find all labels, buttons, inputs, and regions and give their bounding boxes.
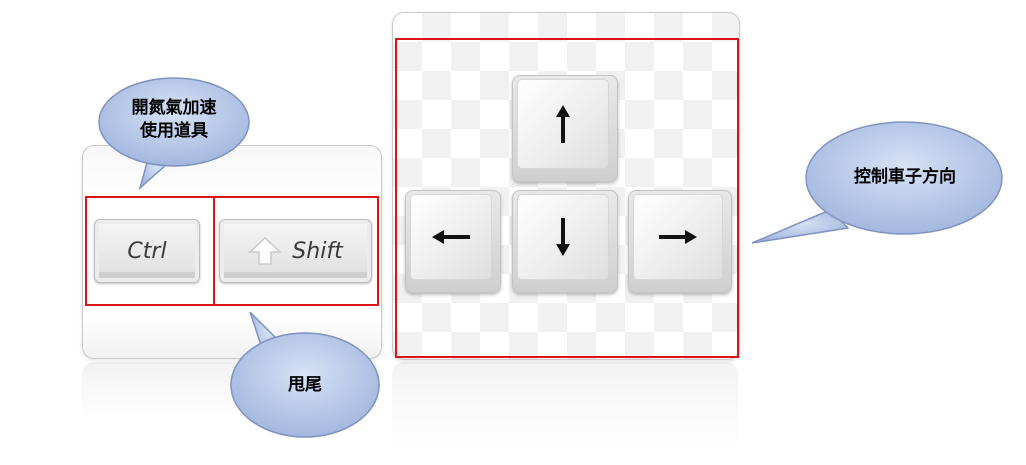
ctrl-callout-line2: 使用道具 — [140, 121, 208, 141]
shift-callout-text: 甩尾 — [288, 375, 322, 395]
ctrl-callout-line1: 開氮氣加速 — [131, 98, 217, 118]
callout-shapes — [98, 77, 1003, 438]
ctrl-callout-text: 開氮氣加速 使用道具 — [104, 97, 244, 143]
arrows-callout-text: 控制車子方向 — [854, 167, 956, 187]
